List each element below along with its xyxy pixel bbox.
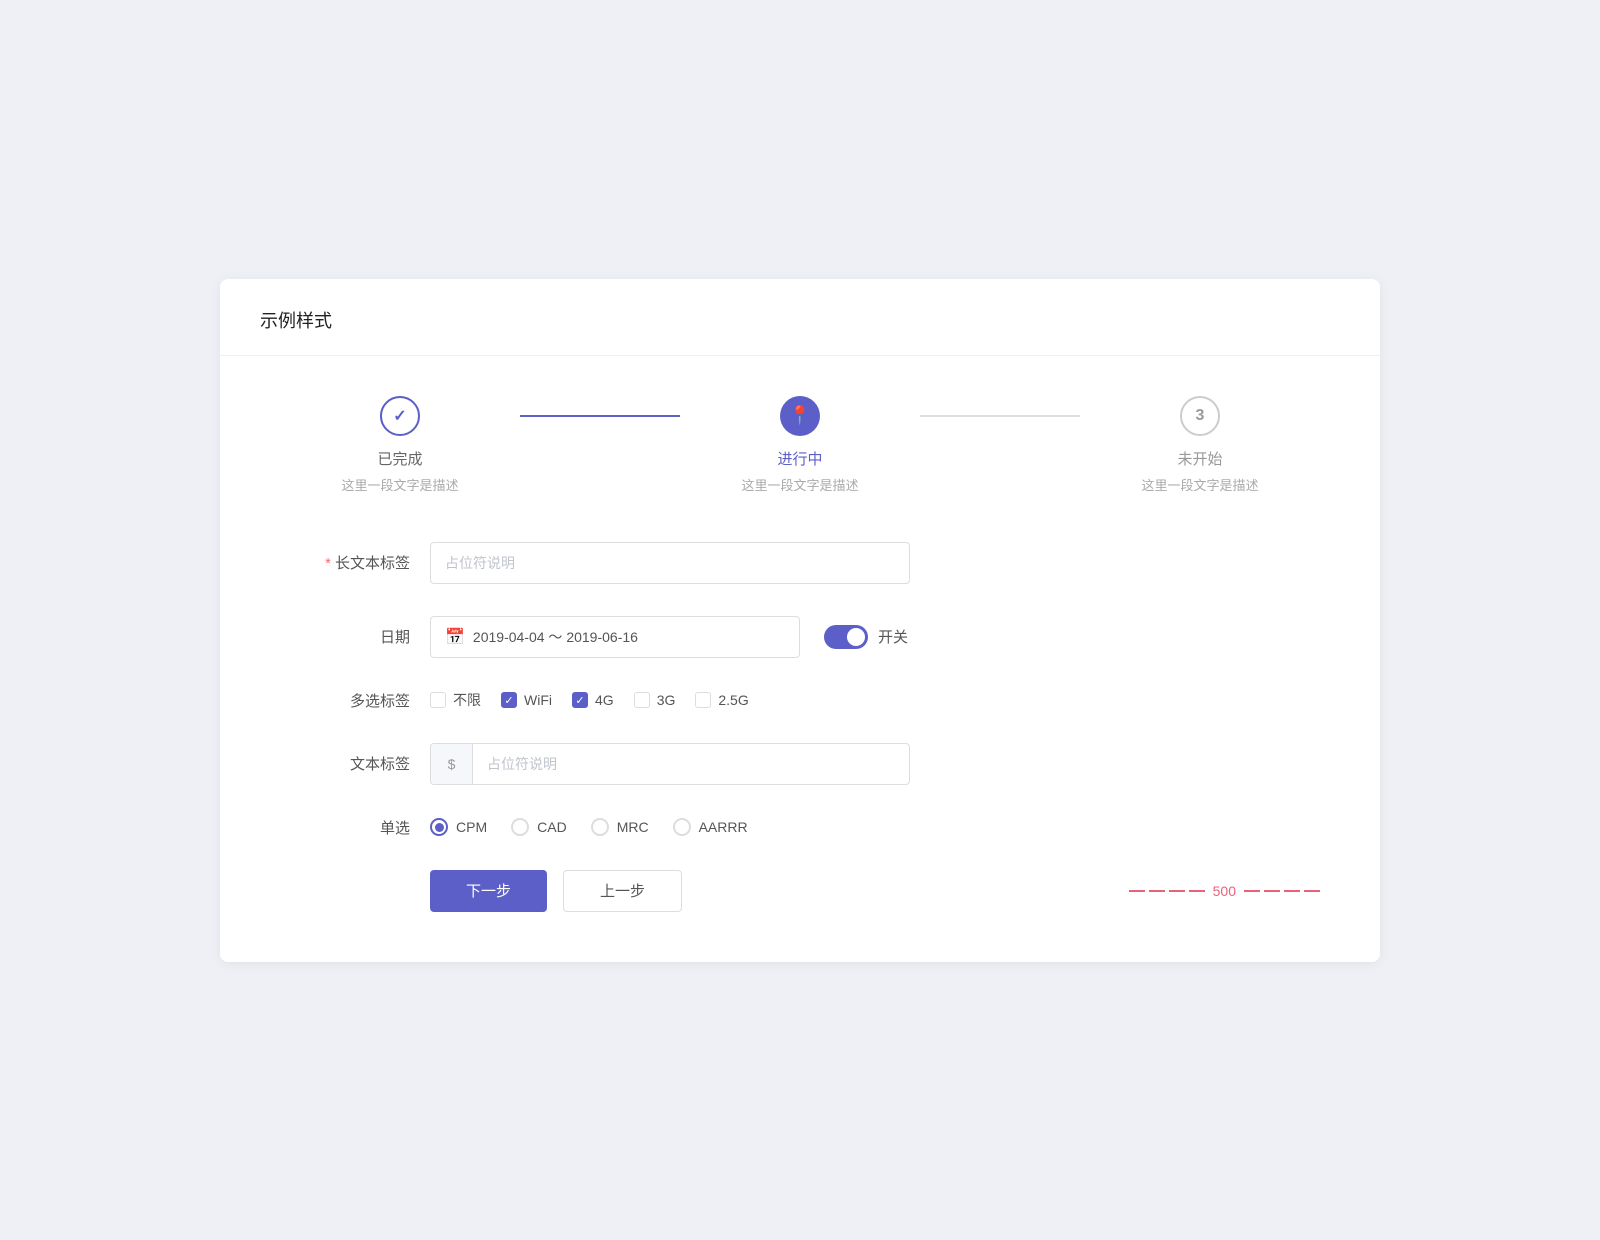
card-body: ✓ 已完成 这里一段文字是描述 📍 进行中 这里一段文字是描述 3: [220, 356, 1380, 962]
checkbox-row: 多选标签 不限 ✓ WiFi ✓ 4G 3G: [280, 690, 1320, 711]
step-1-desc: 这里一段文字是描述: [341, 475, 458, 494]
step-1: ✓ 已完成 这里一段文字是描述: [280, 396, 520, 494]
step-3-number: 3: [1196, 407, 1205, 425]
radio-mrc[interactable]: MRC: [591, 818, 649, 836]
step-line-1: [520, 415, 680, 417]
steps-container: ✓ 已完成 这里一段文字是描述 📍 进行中 这里一段文字是描述 3: [280, 396, 1320, 494]
checkbox-2.5g-box: [695, 692, 711, 708]
step-3-circle: 3: [1180, 396, 1220, 436]
radio-cad-circle: [511, 818, 529, 836]
date-range-input[interactable]: 📅 2019-04-04 ～ 2019-06-16: [430, 616, 800, 658]
long-text-row: *长文本标签: [280, 542, 1320, 584]
step-3: 3 未开始 这里一段文字是描述: [1080, 396, 1320, 494]
dash-3: [1169, 890, 1185, 892]
prev-button[interactable]: 上一步: [563, 870, 682, 912]
calendar-icon: 📅: [445, 627, 465, 647]
dash-8: [1304, 890, 1320, 892]
pin-icon: 📍: [789, 405, 811, 426]
radio-mrc-circle: [591, 818, 609, 836]
radio-cad[interactable]: CAD: [511, 818, 567, 836]
radio-group: CPM CAD MRC AARRR: [430, 818, 748, 836]
checkbox-4g-label: 4G: [595, 692, 614, 708]
input-prefix: $: [431, 744, 473, 784]
long-text-input[interactable]: [430, 542, 910, 584]
date-row: 日期 📅 2019-04-04 ～ 2019-06-16 开关: [280, 616, 1320, 658]
checkbox-unlimited-box: [430, 692, 446, 708]
dash-number: 500: [1213, 883, 1236, 899]
text-label: 文本标签: [280, 753, 410, 774]
radio-mrc-label: MRC: [617, 819, 649, 835]
main-card: 示例样式 ✓ 已完成 这里一段文字是描述 📍 进行中 这里一段文字是描述: [220, 279, 1380, 962]
checkbox-unlimited[interactable]: 不限: [430, 690, 481, 710]
step-1-label: 已完成: [377, 448, 422, 469]
radio-aarrr[interactable]: AARRR: [673, 818, 748, 836]
prefix-input-wrap: $: [430, 743, 910, 785]
checkbox-4g[interactable]: ✓ 4G: [572, 692, 614, 708]
text-input[interactable]: [473, 756, 909, 772]
step-line-2: [920, 415, 1080, 417]
checkbox-wifi[interactable]: ✓ WiFi: [501, 692, 552, 708]
date-value: 2019-04-04 ～ 2019-06-16: [473, 627, 638, 647]
toggle-group: 开关: [824, 625, 908, 649]
dash-1: [1129, 890, 1145, 892]
checkbox-unlimited-label: 不限: [453, 690, 481, 710]
step-3-label: 未开始: [1177, 448, 1222, 469]
step-2-circle: 📍: [780, 396, 820, 436]
radio-aarrr-circle: [673, 818, 691, 836]
long-text-label: *长文本标签: [280, 552, 410, 573]
date-label: 日期: [280, 626, 410, 647]
radio-aarrr-label: AARRR: [699, 819, 748, 835]
dash-2: [1149, 890, 1165, 892]
toggle-switch[interactable]: [824, 625, 868, 649]
step-2-desc: 这里一段文字是描述: [741, 475, 858, 494]
toggle-label: 开关: [878, 626, 908, 647]
radio-cpm[interactable]: CPM: [430, 818, 487, 836]
radio-row: 单选 CPM CAD MRC AARRR: [280, 817, 1320, 838]
checkbox-wifi-label: WiFi: [524, 692, 552, 708]
checkbox-3g-label: 3G: [657, 692, 676, 708]
step-1-circle: ✓: [380, 396, 420, 436]
dash-6: [1264, 890, 1280, 892]
page-title: 示例样式: [260, 311, 332, 331]
checkbox-2.5g[interactable]: 2.5G: [695, 692, 748, 708]
checkbox-label: 多选标签: [280, 690, 410, 711]
dashed-line: 500: [1129, 883, 1320, 899]
checkbox-group: 不限 ✓ WiFi ✓ 4G 3G 2.5G: [430, 690, 749, 710]
radio-cpm-circle: [430, 818, 448, 836]
checkbox-3g[interactable]: 3G: [634, 692, 676, 708]
dash-7: [1284, 890, 1300, 892]
button-row: 下一步 上一步 500: [280, 870, 1320, 912]
step-3-desc: 这里一段文字是描述: [1141, 475, 1258, 494]
dash-5: [1244, 890, 1260, 892]
radio-label: 单选: [280, 817, 410, 838]
radio-cad-label: CAD: [537, 819, 567, 835]
checkbox-3g-box: [634, 692, 650, 708]
checkbox-2.5g-label: 2.5G: [718, 692, 748, 708]
step-2-label: 进行中: [777, 448, 822, 469]
required-star: *: [325, 555, 331, 572]
next-button[interactable]: 下一步: [430, 870, 547, 912]
radio-cpm-label: CPM: [456, 819, 487, 835]
step-2: 📍 进行中 这里一段文字是描述: [680, 396, 920, 494]
card-header: 示例样式: [220, 279, 1380, 356]
checkbox-wifi-box: ✓: [501, 692, 517, 708]
dash-4: [1189, 890, 1205, 892]
text-label-row: 文本标签 $: [280, 743, 1320, 785]
checkbox-4g-box: ✓: [572, 692, 588, 708]
